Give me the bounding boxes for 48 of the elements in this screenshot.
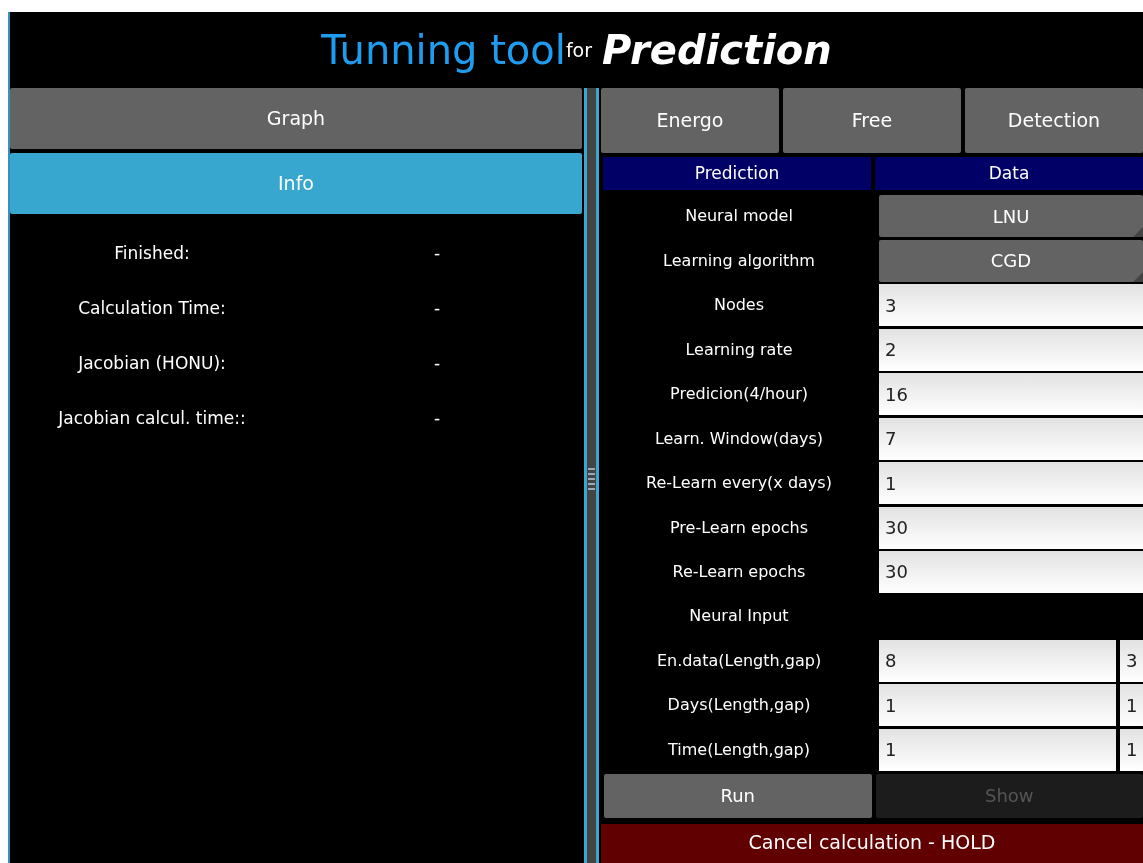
info-value: -: [432, 241, 442, 265]
info-value: -: [432, 296, 442, 320]
corner-triangle-icon: [1133, 227, 1143, 238]
input-field[interactable]: 1: [879, 462, 1143, 505]
input-field[interactable]: 1: [1120, 728, 1143, 771]
splitter-handle[interactable]: [584, 88, 599, 863]
input-field[interactable]: 3: [879, 284, 1143, 327]
field-label: Learning rate: [684, 338, 794, 361]
field-label: Learn. Window(days): [653, 427, 825, 450]
mode-tab[interactable]: Energo: [601, 88, 779, 153]
field-label: Nodes: [712, 294, 766, 317]
input-field[interactable]: 30: [879, 551, 1143, 593]
field-label: Re-Learn epochs: [671, 561, 807, 583]
dropdown-button[interactable]: LNU: [879, 195, 1143, 238]
input-field[interactable]: 7: [879, 417, 1143, 460]
field-label: En.data(Length,gap): [655, 649, 823, 672]
info-value: -: [432, 351, 442, 375]
section-heading: Neural Input: [688, 605, 790, 628]
field-label: Neural model: [684, 205, 794, 228]
cancel-bar[interactable]: Cancel calculation - HOLD: [601, 823, 1143, 863]
field-label: Learning algorithm: [662, 249, 816, 272]
field-label: Days(Length,gap): [666, 694, 812, 717]
mode-tab[interactable]: Detection: [965, 88, 1143, 153]
input-field[interactable]: 1: [879, 728, 1116, 771]
field-label: Re-Learn every(x days): [645, 472, 833, 495]
input-field[interactable]: 3: [1120, 639, 1143, 682]
panel-tab[interactable]: Graph: [10, 88, 582, 149]
field-label: Pre-Learn epochs: [668, 516, 810, 539]
info-label: Jacobian (HONU):: [76, 351, 227, 375]
info-label: Finished:: [113, 241, 191, 265]
input-field[interactable]: 1: [1120, 684, 1143, 727]
corner-triangle-icon: [1133, 271, 1143, 282]
input-field[interactable]: 2: [879, 328, 1143, 371]
mode-tab[interactable]: Free: [783, 88, 961, 153]
action-button[interactable]: Run: [604, 774, 872, 818]
input-field[interactable]: 30: [879, 506, 1143, 549]
input-field[interactable]: 1: [879, 684, 1116, 727]
input-field[interactable]: 8: [879, 639, 1116, 682]
grip-icon: [588, 468, 595, 490]
field-label: Predicion(4/hour): [669, 383, 809, 406]
info-value: -: [432, 406, 442, 430]
info-label: Calculation Time:: [77, 296, 227, 320]
column-header: Prediction: [603, 157, 871, 190]
input-field[interactable]: 16: [879, 373, 1143, 416]
dropdown-button[interactable]: CGD: [879, 239, 1143, 282]
info-label: Jacobian calcul. time::: [56, 406, 247, 430]
field-label: Time(Length,gap): [667, 738, 811, 761]
column-header: Data: [875, 157, 1143, 190]
